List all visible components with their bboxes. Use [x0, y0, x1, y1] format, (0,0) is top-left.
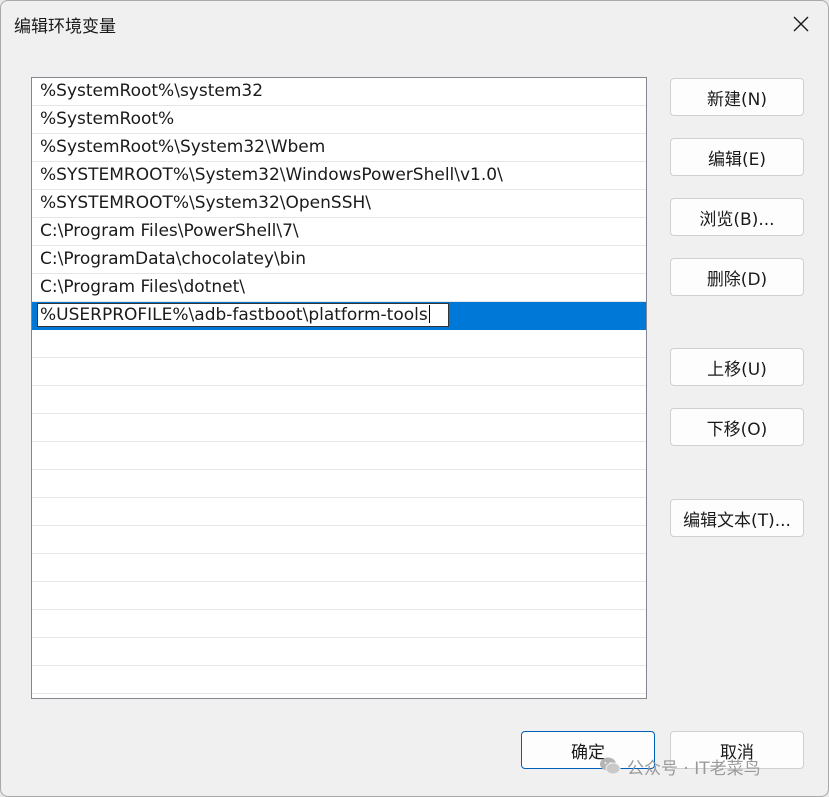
list-item[interactable]: C:\Program Files\PowerShell\7\ [32, 218, 646, 246]
edit-text-button[interactable]: 编辑文本(T)... [670, 499, 804, 537]
ok-button[interactable]: 确定 [521, 731, 655, 769]
list-item[interactable]: C:\ProgramData\chocolatey\bin [32, 246, 646, 274]
title-bar: 编辑环境变量 [1, 1, 828, 45]
list-item[interactable] [32, 330, 646, 358]
list-item[interactable]: %SystemRoot% [32, 106, 646, 134]
close-icon [793, 16, 809, 32]
dialog-title: 编辑环境变量 [14, 17, 116, 37]
path-edit-value: %USERPROFILE%\adb-fastboot\platform-tool… [40, 305, 428, 325]
list-item[interactable]: C:\Program Files\dotnet\ [32, 274, 646, 302]
text-caret [428, 305, 430, 323]
cancel-button[interactable]: 取消 [670, 731, 804, 769]
list-item[interactable] [32, 386, 646, 414]
list-item[interactable]: %SystemRoot%\System32\Wbem [32, 134, 646, 162]
list-item[interactable] [32, 498, 646, 526]
browse-button[interactable]: 浏览(B)... [670, 198, 804, 236]
list-item[interactable]: %SystemRoot%\system32 [32, 78, 646, 106]
list-item[interactable] [32, 610, 646, 638]
list-item-text: %SYSTEMROOT%\System32\WindowsPowerShell\… [40, 165, 503, 185]
list-item-text: %SystemRoot%\System32\Wbem [40, 137, 326, 157]
edit-env-variable-dialog: 编辑环境变量 %SystemRoot%\system32 %SystemRoot%… [0, 0, 829, 797]
list-item-text: C:\ProgramData\chocolatey\bin [40, 249, 306, 269]
list-item[interactable] [32, 358, 646, 386]
list-item-text: %SYSTEMROOT%\System32\OpenSSH\ [40, 193, 372, 213]
list-item-selected[interactable]: %USERPROFILE%\adb-fastboot\platform-tool… [32, 302, 646, 330]
delete-button[interactable]: 删除(D) [670, 258, 804, 296]
list-item[interactable]: %SYSTEMROOT%\System32\WindowsPowerShell\… [32, 162, 646, 190]
path-list[interactable]: %SystemRoot%\system32 %SystemRoot% %System… [31, 77, 647, 699]
edit-button[interactable]: 编辑(E) [670, 138, 804, 176]
list-item-text: C:\Program Files\PowerShell\7\ [40, 221, 299, 241]
list-item[interactable] [32, 526, 646, 554]
list-item-text: %SystemRoot% [40, 109, 175, 129]
list-item-text: C:\Program Files\dotnet\ [40, 277, 245, 297]
list-item[interactable]: %SYSTEMROOT%\System32\OpenSSH\ [32, 190, 646, 218]
list-item[interactable] [32, 638, 646, 666]
close-button[interactable] [782, 9, 820, 39]
list-item[interactable] [32, 442, 646, 470]
list-item[interactable] [32, 554, 646, 582]
path-edit-input[interactable]: %USERPROFILE%\adb-fastboot\platform-tool… [37, 303, 449, 327]
list-item[interactable] [32, 666, 646, 694]
list-item[interactable] [32, 414, 646, 442]
list-item[interactable] [32, 470, 646, 498]
move-down-button[interactable]: 下移(O) [670, 408, 804, 446]
new-button[interactable]: 新建(N) [670, 78, 804, 116]
move-up-button[interactable]: 上移(U) [670, 348, 804, 386]
list-item[interactable] [32, 582, 646, 610]
list-item-text: %SystemRoot%\system32 [40, 81, 264, 101]
